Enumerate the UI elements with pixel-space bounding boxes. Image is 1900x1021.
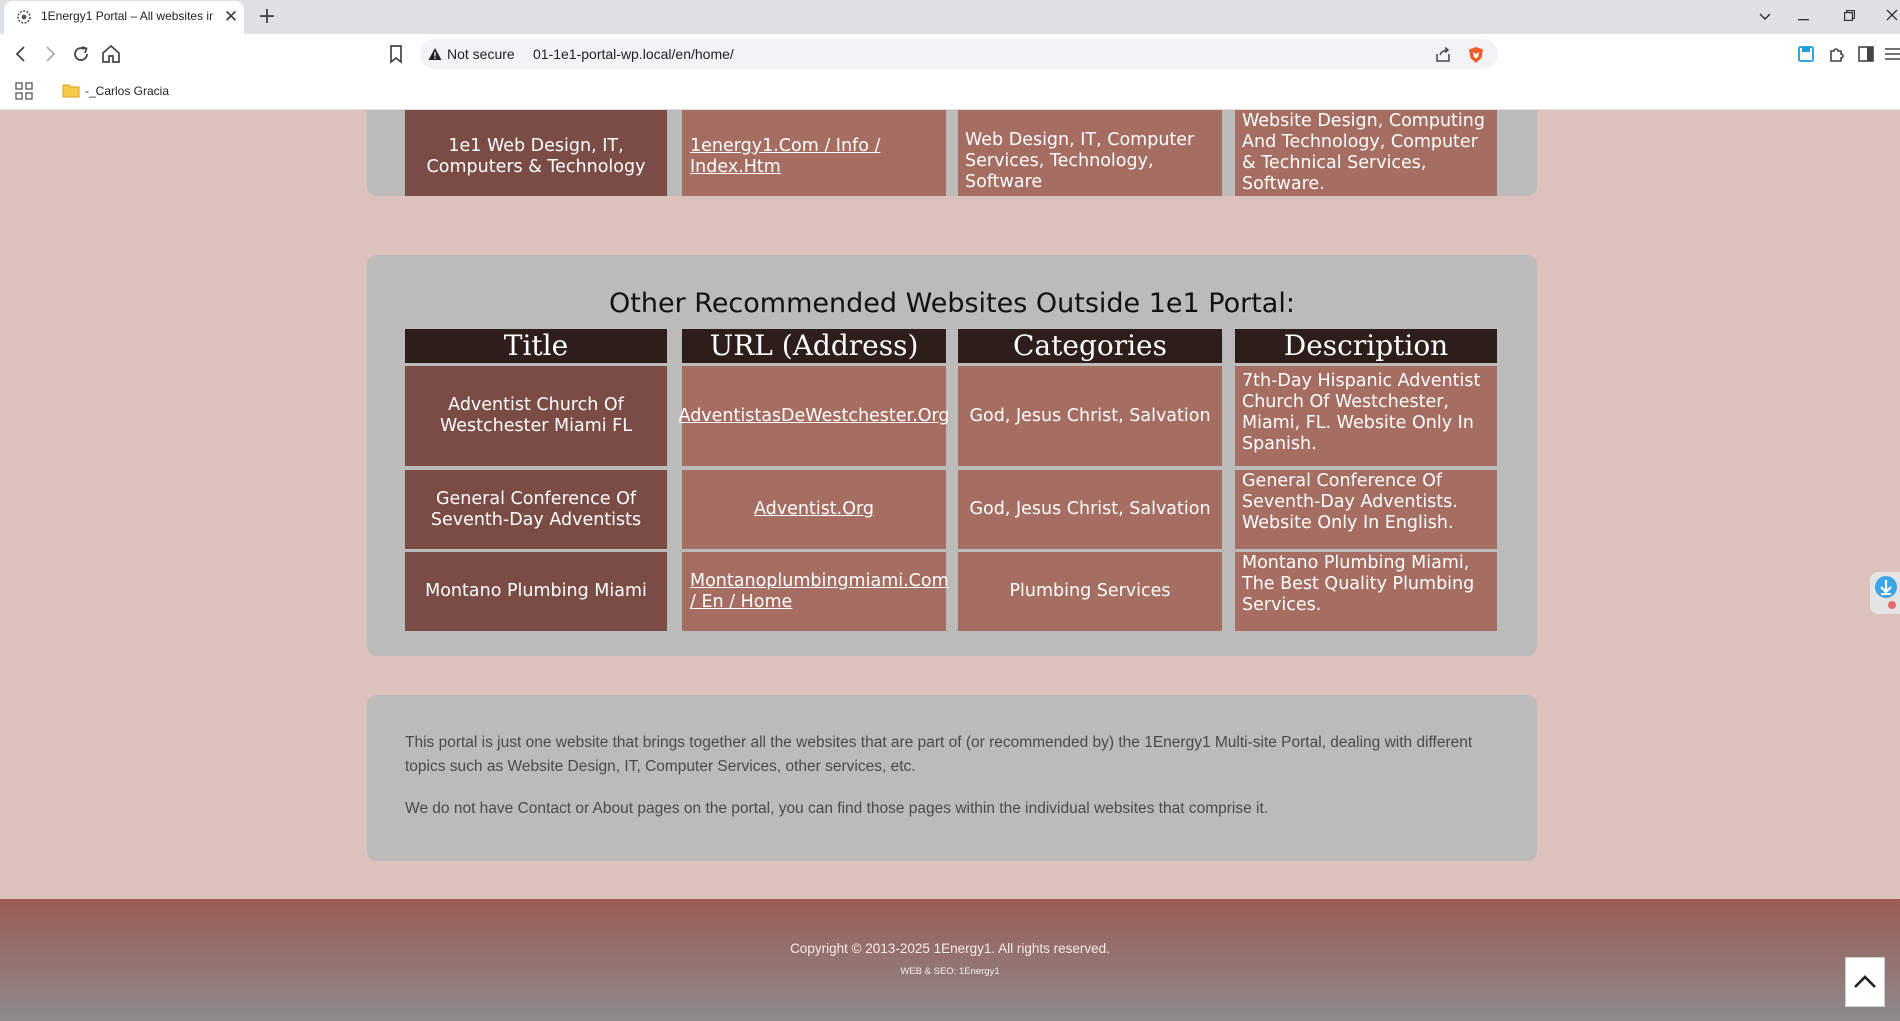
about-paragraph-2: We do not have Contact or About pages on… [405, 800, 1269, 817]
table-row-2-title: General Conference Of Seventh-Day Advent… [405, 470, 667, 549]
bookmark-icon[interactable] [384, 42, 408, 66]
new-tab-button[interactable]: + [254, 4, 280, 30]
page-viewport: 1e1 Web Design, IT, Computers & Technolo… [0, 110, 1900, 1021]
tab-strip: 1Energy1 Portal – All websites in ✕ + [0, 0, 1900, 34]
about-portal-card: This portal is just one website that bri… [367, 695, 1537, 861]
site-link[interactable]: AdventistasDeWestchester.Org [679, 406, 950, 427]
menu-icon[interactable] [1882, 42, 1900, 66]
tab-title: 1Energy1 Portal – All websites in [41, 9, 213, 23]
column-header-url: URL (Address) [682, 329, 946, 363]
table-row-3-categories: Plumbing Services [958, 552, 1222, 631]
column-header-description: Description [1235, 329, 1497, 363]
extensions-puzzle-icon[interactable] [1825, 42, 1849, 66]
folder-icon[interactable] [62, 83, 80, 98]
browser-toolbar: Not secure 01-1e1-portal-wp.local/en/hom… [0, 34, 1900, 74]
table-row-2-description: General Conference Of Seventh-Day Advent… [1235, 470, 1497, 549]
apps-grid-icon[interactable] [15, 82, 33, 100]
site-link[interactable]: Montanoplumbingmiami.Com / En / Home [690, 571, 949, 613]
table-cell-url: 1energy1.Com / Info / Index.Htm [682, 110, 946, 196]
home-icon[interactable] [99, 42, 123, 66]
table-row-3-title: Montano Plumbing Miami [405, 552, 667, 631]
address-bar[interactable]: Not secure 01-1e1-portal-wp.local/en/hom… [420, 39, 1498, 69]
tab-search-chevron-icon[interactable] [1752, 4, 1778, 30]
table-row-1-title: Adventist Church Of Westchester Miami FL [405, 366, 667, 466]
close-window-icon[interactable] [1879, 4, 1900, 30]
back-arrow-icon[interactable] [9, 42, 33, 66]
share-icon[interactable] [1434, 46, 1452, 64]
table-cell-categories: Web Design, IT, Computer Services, Techn… [958, 110, 1222, 196]
table-row-1-url: AdventistasDeWestchester.Org [679, 366, 949, 466]
download-arrow-icon [1875, 576, 1897, 609]
reload-icon[interactable] [69, 42, 93, 66]
about-paragraph-1: This portal is just one website that bri… [405, 734, 1473, 775]
site-link[interactable]: 1energy1.Com / Info / Index.Htm [690, 136, 938, 178]
scroll-to-top-button[interactable] [1845, 957, 1885, 1007]
table-cell-description: Website Design, Computing And Technology… [1235, 110, 1497, 196]
portal-table-card: 1e1 Web Design, IT, Computers & Technolo… [367, 110, 1537, 196]
column-header-categories: Categories [958, 329, 1222, 363]
bookmarks-bar: -_Carlos Gracia [0, 74, 1900, 110]
section-heading: Other Recommended Websites Outside 1e1 P… [609, 288, 1295, 319]
url-text[interactable]: 01-1e1-portal-wp.local/en/home/ [533, 46, 734, 62]
brave-shield-icon[interactable] [1467, 46, 1485, 64]
column-header-title: Title [405, 329, 667, 363]
recommended-websites-card: Other Recommended Websites Outside 1e1 P… [367, 255, 1537, 656]
site-link[interactable]: Adventist.Org [754, 499, 874, 520]
table-row-1-description: 7th-Day Hispanic Adventist Church Of Wes… [1235, 366, 1497, 466]
restore-icon[interactable] [1836, 4, 1862, 30]
table-row-3-description: Montano Plumbing Miami, The Best Quality… [1235, 552, 1497, 631]
site-footer: Copyright © 2013-2025 1Energy1. All righ… [0, 899, 1900, 1021]
site-favicon-icon [17, 10, 31, 24]
table-row-3-url: Montanoplumbingmiami.Com / En / Home [682, 552, 949, 631]
chevron-up-icon [1854, 975, 1876, 988]
save-page-icon[interactable] [1794, 42, 1818, 66]
table-row-2-url: Adventist.Org [682, 470, 946, 549]
sidebar-toggle-icon[interactable] [1854, 42, 1878, 66]
warning-triangle-icon[interactable] [428, 47, 442, 61]
browser-tab[interactable]: 1Energy1 Portal – All websites in ✕ [4, 1, 244, 34]
table-row-1-categories: God, Jesus Christ, Salvation [958, 366, 1222, 466]
bookmark-folder-label[interactable]: -_Carlos Gracia [85, 84, 169, 98]
copyright-text: Copyright © 2013-2025 1Energy1. All righ… [790, 941, 1110, 956]
table-row-2-categories: God, Jesus Christ, Salvation [958, 470, 1222, 549]
floating-download-widget[interactable] [1870, 572, 1900, 614]
forward-arrow-icon[interactable] [38, 42, 62, 66]
minimize-icon[interactable] [1790, 4, 1816, 30]
security-label[interactable]: Not secure [447, 46, 515, 62]
table-cell-title: 1e1 Web Design, IT, Computers & Technolo… [405, 110, 667, 196]
credit-text: WEB & SEO: 1Energy1 [900, 966, 1000, 977]
tab-close-icon[interactable]: ✕ [221, 7, 241, 27]
